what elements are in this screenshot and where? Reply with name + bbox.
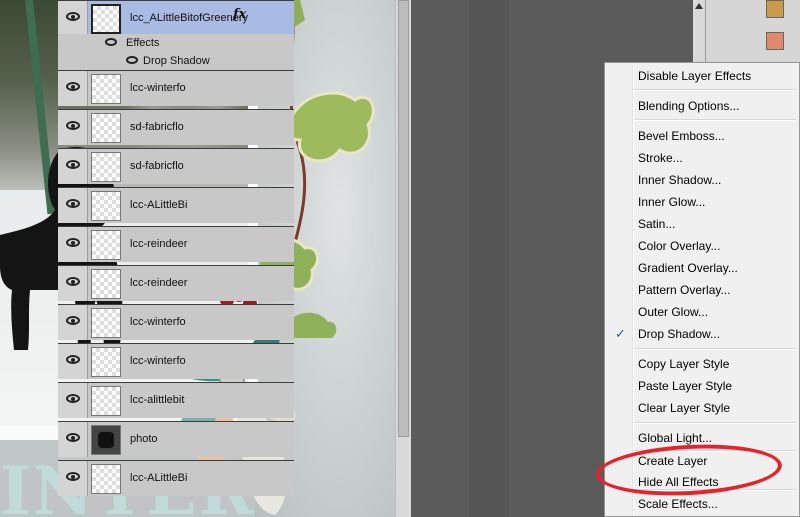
layer-row[interactable]: photo — [58, 421, 294, 457]
layer-name[interactable]: lcc_ALittleBitofGreenery — [130, 12, 248, 24]
layer-thumbnail[interactable] — [91, 191, 121, 221]
visibility-eye-icon[interactable] — [58, 149, 88, 184]
layer-row[interactable]: lcc-reindeer — [58, 226, 294, 262]
visibility-eye-icon[interactable] — [58, 266, 88, 301]
layer-row[interactable]: lcc-ALittleBi — [58, 460, 294, 496]
layer-name[interactable]: sd-fabricflo — [130, 160, 184, 172]
scroll-up-arrow-icon[interactable] — [695, 3, 703, 9]
layer-name[interactable]: lcc-alittlebit — [130, 394, 184, 406]
checkmark-icon: ✓ — [615, 326, 626, 341]
visibility-eye-icon[interactable] — [58, 305, 88, 340]
layer-row[interactable]: sd-fabricflo — [58, 109, 294, 145]
fx-icon[interactable]: fx — [233, 7, 246, 22]
layer-thumbnail[interactable] — [91, 152, 121, 182]
visibility-eye-icon[interactable] — [58, 1, 88, 36]
layer-name[interactable]: lcc-winterfo — [130, 82, 186, 94]
effects-label: Effects — [126, 37, 160, 49]
menu-separator — [634, 119, 796, 121]
menu-separator — [634, 348, 796, 350]
visibility-eye-icon[interactable] — [58, 227, 88, 262]
layer-thumbnail[interactable] — [91, 464, 121, 494]
layer-name[interactable]: lcc-winterfo — [130, 316, 186, 328]
layer-row[interactable]: sd-fabricflo — [58, 148, 294, 184]
menu-item-drop-shadow[interactable]: Drop Shadow... — [638, 324, 720, 344]
style-swatch[interactable] — [766, 32, 784, 50]
layer-name[interactable]: photo — [130, 433, 158, 445]
menu-item-inner-shadow[interactable]: Inner Shadow... — [638, 170, 721, 190]
layer-row[interactable]: lcc-winterfo — [58, 304, 294, 340]
layer-thumbnail[interactable] — [91, 4, 121, 34]
visibility-eye-icon[interactable] — [58, 110, 88, 145]
effects-eye-icon[interactable] — [105, 38, 117, 46]
visibility-eye-icon[interactable] — [58, 461, 88, 496]
layer-name[interactable]: lcc-reindeer — [130, 277, 187, 289]
layer-row[interactable]: lcc-reindeer — [58, 265, 294, 301]
canvas-scroll-thumb[interactable] — [398, 0, 409, 437]
visibility-eye-icon[interactable] — [58, 344, 88, 379]
menu-separator — [634, 89, 796, 91]
menu-item-color-overlay[interactable]: Color Overlay... — [638, 236, 720, 256]
layer-row[interactable]: lcc-alittlebit — [58, 382, 294, 418]
layer-thumbnail[interactable] — [91, 230, 121, 260]
visibility-eye-icon[interactable] — [58, 383, 88, 418]
menu-separator — [634, 489, 796, 491]
menu-separator — [634, 422, 796, 424]
layer-thumbnail[interactable] — [91, 425, 121, 455]
layer-row[interactable]: lcc-ALittleBi — [58, 187, 294, 223]
layer-name[interactable]: sd-fabricflo — [130, 121, 184, 133]
menu-item-pattern-overlay[interactable]: Pattern Overlay... — [638, 280, 730, 300]
menu-item-bevel-emboss[interactable]: Bevel Emboss... — [638, 126, 725, 146]
menu-item-paste-layer-style[interactable]: Paste Layer Style — [638, 376, 732, 396]
layer-row[interactable]: lcc_ALittleBitofGreenery fx — [58, 0, 294, 36]
visibility-eye-icon[interactable] — [58, 422, 88, 457]
drop-shadow-effect-label: Drop Shadow — [143, 55, 210, 67]
layer-thumbnail[interactable] — [91, 269, 121, 299]
visibility-eye-icon[interactable] — [58, 71, 88, 106]
layer-name[interactable]: lcc-ALittleBi — [130, 472, 187, 484]
layers-eye-column — [469, 0, 509, 517]
visibility-eye-icon[interactable] — [58, 188, 88, 223]
menu-icon-gutter — [632, 65, 634, 515]
layer-style-context-menu: Disable Layer Effects Blending Options..… — [604, 62, 800, 517]
menu-item-create-layer[interactable]: Create Layer — [638, 451, 707, 471]
menu-item-inner-glow[interactable]: Inner Glow... — [638, 192, 705, 212]
menu-item-blending-options[interactable]: Blending Options... — [638, 96, 739, 116]
layer-row[interactable]: lcc-winterfo — [58, 70, 294, 106]
layer-name[interactable]: lcc-reindeer — [130, 238, 187, 250]
menu-item-outer-glow[interactable]: Outer Glow... — [638, 302, 708, 322]
layer-name[interactable]: lcc-ALittleBi — [130, 199, 187, 211]
layer-thumbnail[interactable] — [91, 347, 121, 377]
menu-item-gradient-overlay[interactable]: Gradient Overlay... — [638, 258, 738, 278]
layer-thumbnail[interactable] — [91, 386, 121, 416]
menu-item-satin[interactable]: Satin... — [638, 214, 675, 234]
layer-thumbnail[interactable] — [91, 308, 121, 338]
layer-thumbnail[interactable] — [91, 74, 121, 104]
effects-row[interactable]: Effects — [58, 34, 294, 52]
menu-item-disable-layer-effects[interactable]: Disable Layer Effects — [638, 66, 751, 86]
layer-thumbnail[interactable] — [91, 113, 121, 143]
menu-item-clear-layer-style[interactable]: Clear Layer Style — [638, 398, 730, 418]
menu-item-global-light[interactable]: Global Light... — [638, 428, 712, 448]
menu-item-stroke[interactable]: Stroke... — [638, 148, 683, 168]
layer-name[interactable]: lcc-winterfo — [130, 355, 186, 367]
canvas-vertical-scrollbar[interactable] — [395, 0, 411, 517]
layer-row[interactable]: lcc-winterfo — [58, 343, 294, 379]
menu-item-copy-layer-style[interactable]: Copy Layer Style — [638, 354, 729, 374]
drop-shadow-effect-row[interactable]: Drop Shadow — [58, 52, 294, 70]
style-swatch[interactable] — [766, 0, 784, 18]
menu-item-scale-effects[interactable]: Scale Effects... — [638, 494, 718, 514]
drop-shadow-eye-icon[interactable] — [126, 56, 138, 64]
